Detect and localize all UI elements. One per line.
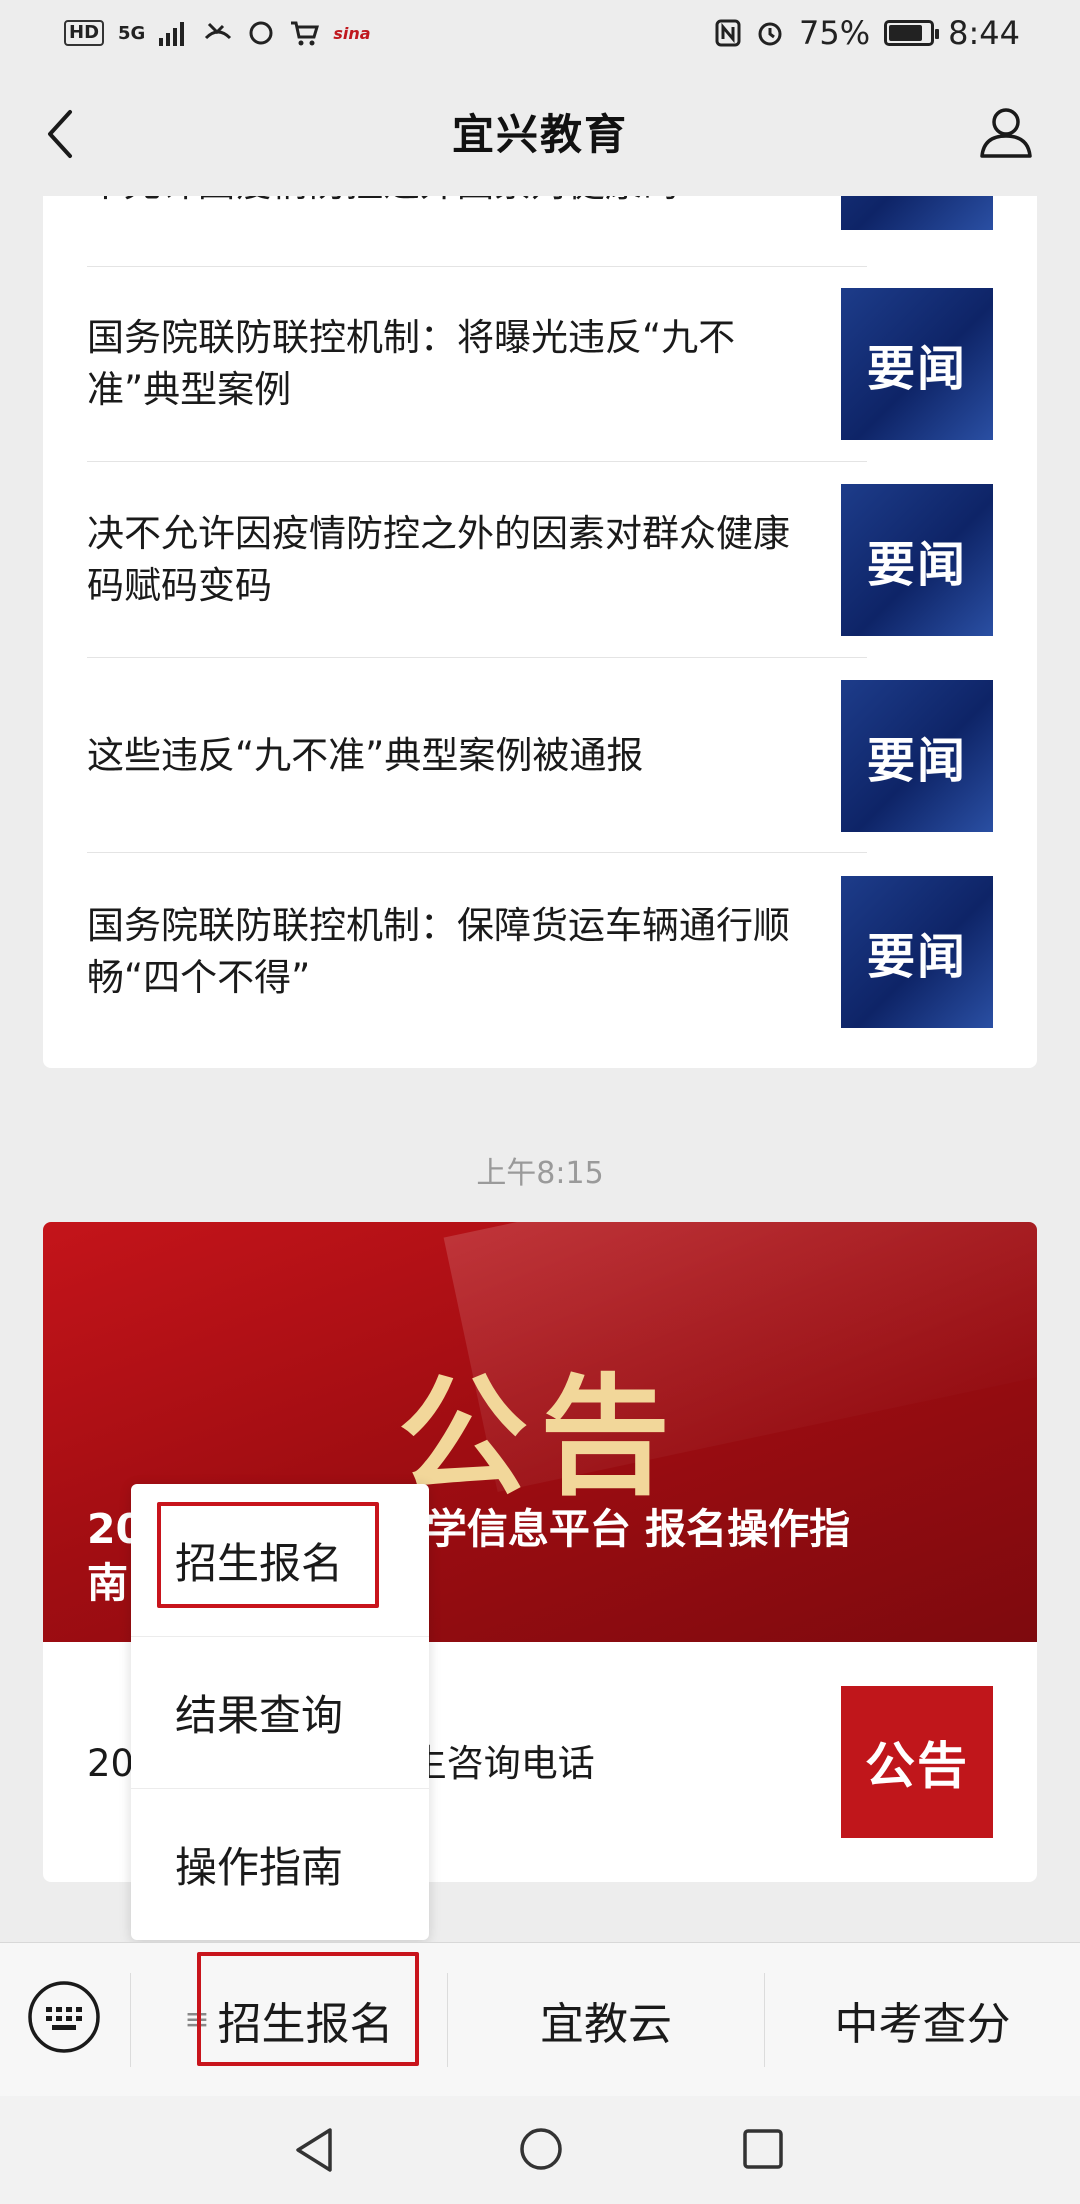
divider	[87, 266, 867, 267]
status-left: HD 5G sina	[64, 19, 371, 47]
nav-header: 宜兴教育	[0, 66, 1080, 196]
user-icon[interactable]	[976, 102, 1036, 162]
menu-item-label: 宜教云	[540, 1999, 672, 2050]
news-title: 决不允许因疫情防控之外的因素对群众健康码赋码变码	[87, 512, 790, 607]
square-recent-icon[interactable]	[742, 2128, 784, 2170]
news-thumb: 要闻	[841, 288, 993, 440]
status-right: 75% 8:44	[715, 14, 1020, 52]
news-title: 这些违反“九不准”典型案例被通报	[87, 734, 644, 777]
network-type: 5G	[118, 22, 146, 44]
battery-fill	[889, 25, 923, 41]
sync-icon	[249, 21, 273, 45]
signal-icon	[159, 22, 185, 46]
news-item[interactable]: 这些违反“九不准”典型案例被通报 要闻	[87, 680, 993, 876]
highlight-box	[197, 1952, 419, 2066]
news-card: 不允许因疫情防控之外因素对健康码… 要闻 国务院联防联控机制：将曝光违反“九不准…	[43, 196, 1037, 1068]
message-timestamp: 上午8:15	[476, 1156, 604, 1191]
news-thumb: 要闻	[841, 680, 993, 832]
alarm-icon	[758, 22, 782, 46]
highlight-box	[157, 1502, 379, 1608]
cart-icon	[291, 21, 320, 46]
submenu-item-results[interactable]: 结果查询	[131, 1636, 429, 1788]
news-thumb: 要闻	[841, 196, 993, 230]
circle-home-icon[interactable]	[518, 2126, 564, 2172]
news-title: 国务院联防联控机制：将曝光违反“九不准”典型案例	[87, 316, 736, 411]
bottom-menu-bar: ≡ 招生报名 宜教云 中考查分	[0, 1942, 1080, 2096]
news-item[interactable]: 国务院联防联控机制：保障货运车辆通行顺畅“四个不得” 要闻	[87, 876, 993, 1068]
hd-badge: HD	[64, 20, 105, 46]
announcement-thumb: 公告	[841, 1686, 993, 1838]
page-title: 宜兴教育	[451, 109, 628, 159]
divider	[87, 657, 867, 658]
divider	[87, 461, 867, 462]
news-item[interactable]: 国务院联防联控机制：将曝光违反“九不准”典型案例 要闻	[87, 288, 993, 484]
system-nav-bar	[0, 2096, 1080, 2204]
submenu-item-guide[interactable]: 操作指南	[131, 1788, 429, 1940]
chevron-left-icon[interactable]	[36, 104, 86, 164]
news-thumb: 要闻	[841, 484, 993, 636]
menu-item-yijiaoyun[interactable]: 宜教云	[448, 1943, 764, 2097]
news-thumb: 要闻	[841, 876, 993, 1028]
battery-icon	[884, 20, 940, 46]
status-time: 8:44	[948, 14, 1020, 52]
news-title: 国务院联防联控机制：保障货运车辆通行顺畅“四个不得”	[87, 904, 790, 999]
menu-item-label: 中考查分	[834, 1999, 1011, 2050]
menu-item-exam-scores[interactable]: 中考查分	[765, 1943, 1080, 2097]
triangle-back-icon[interactable]	[292, 2126, 336, 2174]
sina-icon: sina	[333, 23, 371, 43]
battery-percent: 75%	[799, 14, 871, 52]
keyboard-icon[interactable]	[26, 1979, 102, 2055]
status-bar: HD 5G sina 75% 8:44	[0, 0, 1080, 66]
missed-call-icon	[205, 22, 232, 40]
news-title: 不允许因疫情防控之外因素对健康码…	[87, 196, 805, 210]
news-item[interactable]: 决不允许因疫情防控之外的因素对群众健康码赋码变码 要闻	[87, 484, 993, 680]
nfc-icon	[715, 19, 741, 47]
divider	[87, 852, 867, 853]
